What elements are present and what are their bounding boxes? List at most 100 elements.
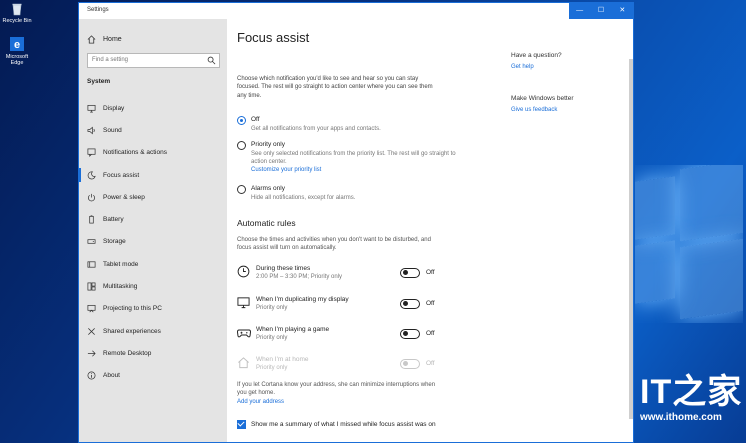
toggle-switch[interactable] xyxy=(400,329,420,339)
close-button[interactable]: ✕ xyxy=(612,3,633,19)
desktop-icon-label: Microsoft Edge xyxy=(5,54,29,67)
recycle-bin-icon xyxy=(12,3,22,16)
sidebar-item-remote-desktop[interactable]: Remote Desktop xyxy=(79,342,227,364)
sidebar-item-label: Battery xyxy=(103,216,124,224)
storage-icon xyxy=(87,239,96,245)
option-priority-only[interactable]: Priority only See only selected notifica… xyxy=(237,141,456,173)
option-off[interactable]: Off Get all notifications from your apps… xyxy=(237,116,456,133)
sidebar-item-label: Power & sleep xyxy=(103,193,145,201)
home-link[interactable]: Home xyxy=(87,35,122,44)
sidebar: Home Find a setting System Display Sound… xyxy=(79,19,227,442)
svg-text:e: e xyxy=(14,39,20,51)
power-icon xyxy=(87,193,96,202)
question-heading: Have a question? xyxy=(511,52,562,59)
rules-heading: Automatic rules xyxy=(237,218,296,228)
sidebar-item-label: Multitasking xyxy=(103,283,138,291)
radio-button[interactable] xyxy=(237,141,246,150)
option-alarms-only[interactable]: Alarms only Hide all notifications, exce… xyxy=(237,185,456,202)
sidebar-item-projecting[interactable]: Projecting to this PC xyxy=(79,298,227,320)
sidebar-item-label: Tablet mode xyxy=(103,260,139,268)
notifications-icon xyxy=(87,148,96,158)
feedback-link[interactable]: Give us feedback xyxy=(511,107,631,113)
related-panel: Have a question? Get help Make Windows b… xyxy=(511,52,631,113)
rule-sub: Priority only xyxy=(256,365,288,371)
moon-icon xyxy=(87,171,96,179)
toggle-state: Off xyxy=(426,330,435,337)
watermark-url: www.ithome.com xyxy=(640,412,722,423)
toggle-switch[interactable] xyxy=(400,299,420,309)
cortana-text: If you let Cortana know your address, sh… xyxy=(237,381,442,406)
desktop-icon-recycle-bin[interactable]: Recycle Bin xyxy=(0,2,34,24)
sidebar-item-about[interactable]: About xyxy=(79,365,227,387)
rule-at-home: When I'm at home Priority only Off xyxy=(237,356,447,380)
info-icon xyxy=(87,371,96,380)
option-desc: See only selected notifications from the… xyxy=(251,151,456,166)
main-content: Focus assist Choose which notification y… xyxy=(227,19,633,442)
desktop-icon-edge[interactable]: e Microsoft Edge xyxy=(0,36,34,67)
sidebar-item-tablet-mode[interactable]: Tablet mode xyxy=(79,253,227,275)
sidebar-item-display[interactable]: Display xyxy=(79,97,227,119)
rule-playing-game[interactable]: When I'm playing a game Priority only Of… xyxy=(237,326,447,350)
search-placeholder: Find a setting xyxy=(92,57,129,63)
option-desc: Hide all notifications, except for alarm… xyxy=(251,195,356,201)
sidebar-item-label: Shared experiences xyxy=(103,327,161,335)
clock-icon xyxy=(237,265,250,278)
sidebar-item-label: Sound xyxy=(103,126,122,134)
toggle-switch[interactable] xyxy=(400,268,420,278)
option-label: Alarms only xyxy=(251,185,285,192)
display-icon xyxy=(87,104,96,113)
option-label: Off xyxy=(251,116,260,123)
rule-during-times[interactable]: During these times 2:00 PM – 3:30 PM; Pr… xyxy=(237,265,447,289)
sidebar-item-storage[interactable]: Storage xyxy=(79,231,227,253)
summary-checkbox-row[interactable]: Show me a summary of what I missed while… xyxy=(237,420,436,429)
search-input[interactable]: Find a setting xyxy=(87,53,220,68)
scrollbar[interactable] xyxy=(629,59,633,419)
title-bar[interactable]: Settings — ☐ ✕ xyxy=(79,3,633,19)
window-controls: — ☐ ✕ xyxy=(569,3,633,19)
sidebar-item-label: Notifications & actions xyxy=(103,149,167,157)
sidebar-item-multitasking[interactable]: Multitasking xyxy=(79,275,227,297)
tablet-icon xyxy=(87,261,96,268)
sidebar-item-label: Remote Desktop xyxy=(103,349,152,357)
toggle-switch xyxy=(400,359,420,369)
sidebar-item-power-sleep[interactable]: Power & sleep xyxy=(79,186,227,208)
maximize-button[interactable]: ☐ xyxy=(590,3,611,19)
intro-text: Choose which notification you'd like to … xyxy=(237,76,433,99)
page-title: Focus assist xyxy=(237,30,310,45)
sidebar-item-battery[interactable]: Battery xyxy=(79,208,227,230)
rule-name: During these times xyxy=(256,265,311,272)
customize-priority-link[interactable]: Customize your priority list xyxy=(251,167,456,173)
gamepad-icon xyxy=(237,329,251,338)
get-help-link[interactable]: Get help xyxy=(511,64,631,70)
search-icon xyxy=(207,56,216,65)
add-address-link[interactable]: Add your address xyxy=(237,398,442,406)
option-label: Priority only xyxy=(251,141,285,148)
windows-logo-background xyxy=(635,165,743,323)
home-label: Home xyxy=(103,36,122,43)
rule-sub: Priority only xyxy=(256,335,288,341)
sidebar-item-shared-experiences[interactable]: Shared experiences xyxy=(79,320,227,342)
sidebar-nav: Display Sound Notifications & actions Fo… xyxy=(79,97,227,387)
projecting-icon xyxy=(87,305,96,313)
watermark-brand: IT之家 xyxy=(640,373,743,411)
shared-icon xyxy=(88,327,95,335)
sidebar-item-sound[interactable]: Sound xyxy=(79,119,227,141)
sidebar-item-label: Display xyxy=(103,104,125,112)
multitasking-icon xyxy=(87,282,96,291)
sidebar-item-focus-assist[interactable]: Focus assist xyxy=(79,164,227,186)
rule-name: When I'm at home xyxy=(256,356,309,363)
toggle-state: Off xyxy=(426,269,435,276)
sidebar-item-notifications[interactable]: Notifications & actions xyxy=(79,142,227,164)
summary-checkbox[interactable] xyxy=(237,420,246,429)
minimize-button[interactable]: — xyxy=(569,3,590,19)
rule-name: When I'm duplicating my display xyxy=(256,296,349,303)
radio-button[interactable] xyxy=(237,185,246,194)
battery-icon xyxy=(89,215,94,224)
rule-sub: 2:00 PM – 3:30 PM; Priority only xyxy=(256,274,343,280)
remote-icon xyxy=(87,350,96,357)
improve-heading: Make Windows better xyxy=(511,95,574,102)
section-heading: System xyxy=(87,78,111,85)
monitor-icon xyxy=(237,297,250,309)
rule-duplicating-display[interactable]: When I'm duplicating my display Priority… xyxy=(237,296,447,320)
radio-button[interactable] xyxy=(237,116,246,125)
